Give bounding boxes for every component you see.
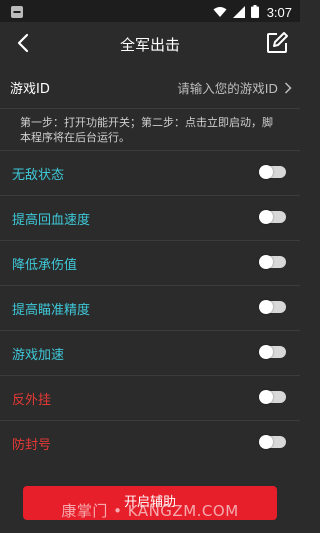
game-id-input[interactable]: 请输入您的游戏ID [177,78,278,97]
feature-label: 提高瞄准精度 [12,303,91,318]
feature-row: 游戏加速 [0,330,300,375]
feature-toggle[interactable] [259,345,286,359]
game-id-row[interactable]: 游戏ID 请输入您的游戏ID [0,64,300,109]
feature-label: 提高回血速度 [12,213,91,228]
chevron-right-icon [284,79,292,98]
feature-label: 无敌状态 [12,168,65,183]
signal-icon [232,3,245,22]
app-bar: 全军出击 [0,22,300,65]
feature-toggle[interactable] [259,255,286,269]
status-bar: 3:07 [0,0,300,22]
instruction-text: 第一步：打开功能开关；第二步：点击立即启动，脚本程序将在后台运行。 [20,116,273,144]
wifi-icon [213,3,227,22]
toggle-knob [259,165,273,179]
feature-toggle[interactable] [259,435,286,449]
toggle-knob [259,435,273,449]
toggle-knob [259,210,273,224]
feature-list: 无敌状态提高回血速度 降低承伤值提高瞄准精度 游戏加速反外挂防封号 [0,150,300,465]
feature-toggle[interactable] [259,165,286,179]
feature-toggle[interactable] [259,390,286,404]
feature-row: 反外挂 [0,375,300,420]
feature-row: 降低承伤值 [0,240,300,285]
toggle-knob [259,390,273,404]
edit-icon [267,32,288,53]
status-time: 3:07 [266,5,292,20]
feature-toggle[interactable] [259,300,286,314]
start-assist-button[interactable]: 开启辅助 [23,486,277,520]
game-id-label: 游戏ID [10,82,50,97]
feature-label: 游戏加速 [12,348,65,363]
toggle-knob [259,255,273,269]
page-title: 全军出击 [119,36,180,54]
toggle-knob [259,345,273,359]
feature-row: 提高回血速度 [0,195,300,240]
feature-toggle[interactable] [259,210,286,224]
feature-label: 反外挂 [12,393,52,408]
notification-icon [10,4,24,23]
feature-row: 无敌状态 [0,150,300,195]
edit-button[interactable] [264,30,290,56]
feature-row: 防封号 [0,420,300,465]
feature-label: 防封号 [12,438,52,453]
feature-row: 提高瞄准精度 [0,285,300,330]
battery-icon [250,3,259,22]
toggle-knob [259,300,273,314]
feature-label: 降低承伤值 [12,258,78,273]
